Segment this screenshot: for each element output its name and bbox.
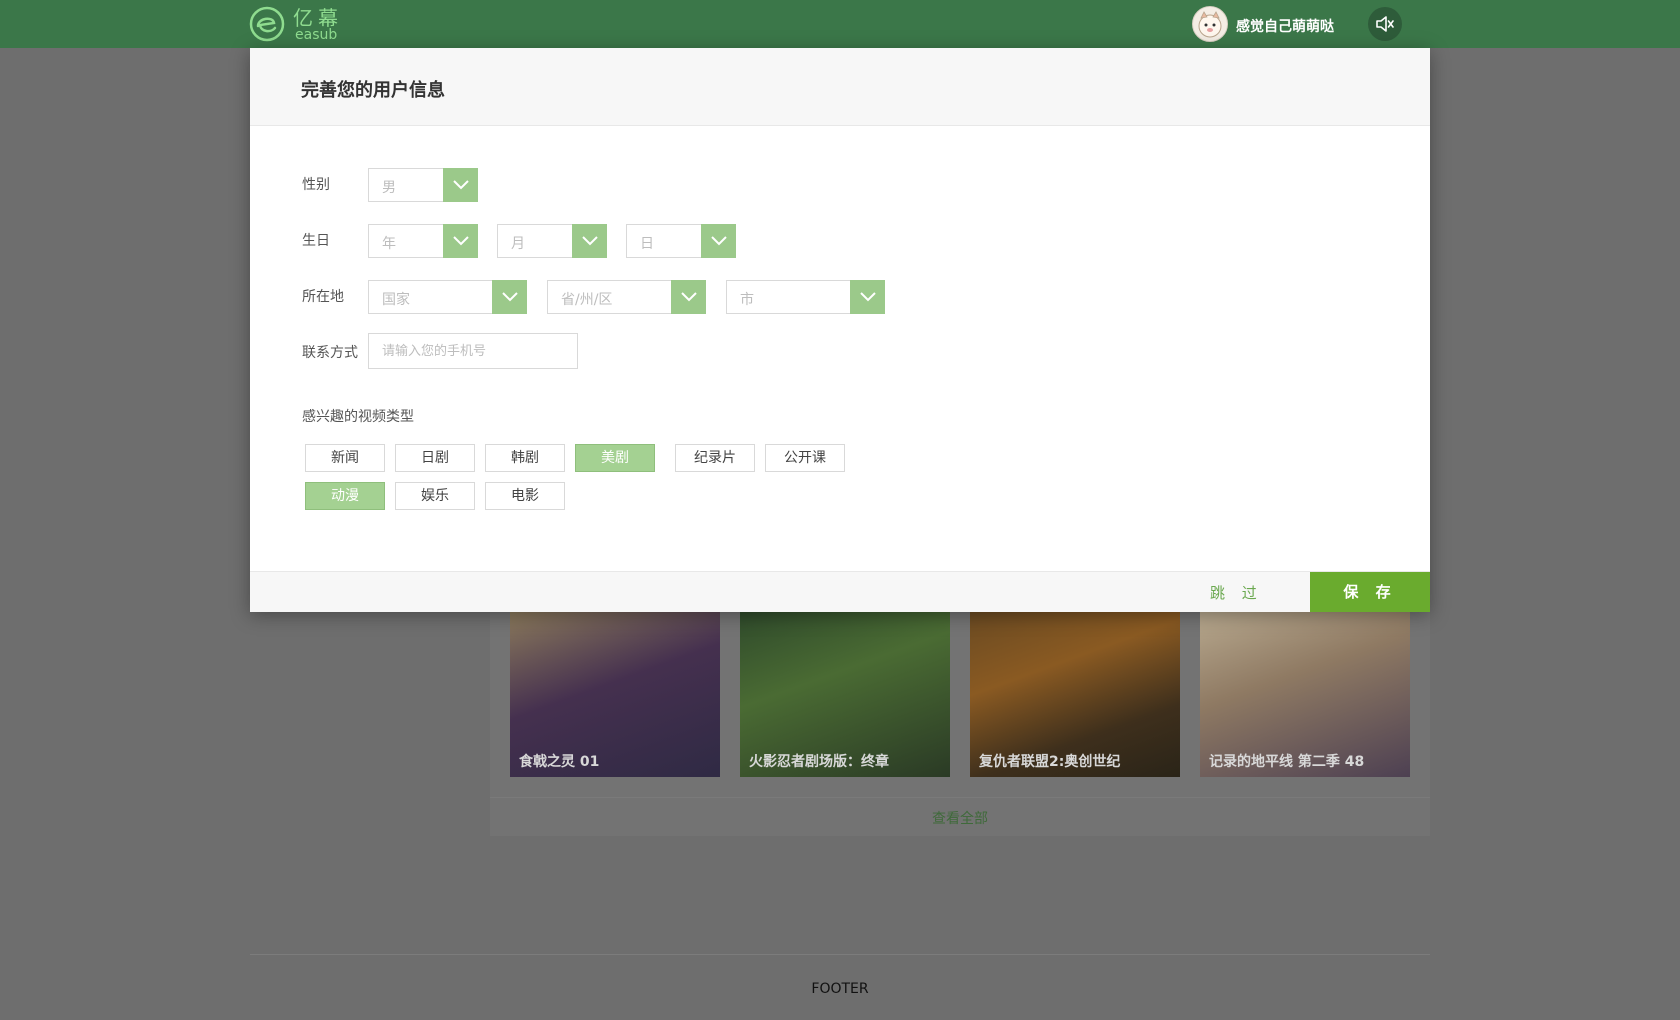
tag-jp-drama[interactable]: 日剧 bbox=[395, 444, 475, 472]
video-title: 复仇者联盟2:奥创世纪 bbox=[979, 754, 1121, 770]
gender-label: 性别 bbox=[302, 177, 330, 193]
location-label: 所在地 bbox=[302, 289, 344, 305]
dropdown-arrow[interactable] bbox=[701, 224, 736, 258]
modal-title: 完善您的用户信息 bbox=[301, 80, 445, 101]
view-all-link[interactable]: 查看全部 bbox=[490, 808, 1430, 828]
dropdown-arrow[interactable] bbox=[671, 280, 706, 314]
speaker-muted-icon bbox=[1376, 16, 1394, 32]
easub-logo-icon bbox=[249, 6, 285, 42]
city-select[interactable]: 市 bbox=[726, 280, 885, 314]
tag-open-course[interactable]: 公开课 bbox=[765, 444, 845, 472]
birth-day-value: 日 bbox=[640, 236, 654, 252]
tag-us-drama[interactable]: 美剧 bbox=[575, 444, 655, 472]
birth-day-select[interactable]: 日 bbox=[626, 224, 736, 258]
tag-movie[interactable]: 电影 bbox=[485, 482, 565, 510]
chevron-down-icon bbox=[681, 292, 697, 302]
contact-label: 联系方式 bbox=[302, 345, 358, 361]
logo[interactable]: 亿幕 easub bbox=[249, 4, 349, 44]
video-card[interactable]: 记录的地平线 第二季 48 bbox=[1200, 611, 1410, 777]
chevron-down-icon bbox=[502, 292, 518, 302]
tag-entertainment[interactable]: 娱乐 bbox=[395, 482, 475, 510]
save-button[interactable]: 保 存 bbox=[1310, 572, 1430, 612]
interests-label: 感兴趣的视频类型 bbox=[302, 409, 414, 425]
chevron-down-icon bbox=[582, 236, 598, 246]
birth-year-value: 年 bbox=[382, 236, 396, 252]
logo-chinese-text: 亿幕 bbox=[293, 6, 343, 30]
footer-divider bbox=[250, 954, 1430, 955]
birth-month-value: 月 bbox=[511, 236, 525, 252]
gender-value: 男 bbox=[382, 180, 396, 196]
avatar[interactable] bbox=[1192, 6, 1228, 42]
chevron-down-icon bbox=[711, 236, 727, 246]
chevron-down-icon bbox=[453, 236, 469, 246]
modal-footer: 跳 过 保 存 bbox=[250, 571, 1430, 612]
username[interactable]: 感觉自己萌萌哒 bbox=[1236, 16, 1334, 36]
user-info-modal: 完善您的用户信息 性别 男 生日 年 月 日 所在地 国家 省/州/区 市 联系… bbox=[250, 48, 1430, 612]
tag-news[interactable]: 新闻 bbox=[305, 444, 385, 472]
skip-button[interactable]: 跳 过 bbox=[1210, 582, 1263, 603]
country-select[interactable]: 国家 bbox=[368, 280, 527, 314]
province-value: 省/州/区 bbox=[561, 292, 613, 308]
dropdown-arrow[interactable] bbox=[443, 168, 478, 202]
dropdown-arrow[interactable] bbox=[572, 224, 607, 258]
city-value: 市 bbox=[740, 292, 754, 308]
video-title: 火影忍者剧场版：终章 bbox=[749, 754, 889, 770]
footer: FOOTER bbox=[811, 981, 869, 997]
avatar-cartoon-icon bbox=[1198, 11, 1222, 38]
birth-year-select[interactable]: 年 bbox=[368, 224, 478, 258]
tag-anime[interactable]: 动漫 bbox=[305, 482, 385, 510]
video-card[interactable]: 火影忍者剧场版：终章 bbox=[740, 611, 950, 777]
tag-documentary[interactable]: 纪录片 bbox=[675, 444, 755, 472]
birth-month-select[interactable]: 月 bbox=[497, 224, 607, 258]
mute-button[interactable] bbox=[1368, 7, 1402, 41]
birthday-label: 生日 bbox=[302, 233, 330, 249]
video-card[interactable]: 食戟之灵 01 bbox=[510, 611, 720, 777]
gender-select[interactable]: 男 bbox=[368, 168, 478, 202]
country-value: 国家 bbox=[382, 292, 410, 308]
top-navbar: 亿幕 easub 感觉自己萌萌哒 bbox=[0, 0, 1680, 48]
tag-kr-drama[interactable]: 韩剧 bbox=[485, 444, 565, 472]
modal-header: 完善您的用户信息 bbox=[250, 48, 1430, 126]
video-title: 记录的地平线 第二季 48 bbox=[1209, 754, 1365, 770]
chevron-down-icon bbox=[453, 180, 469, 190]
section-divider bbox=[490, 797, 1430, 798]
video-title: 食戟之灵 01 bbox=[519, 754, 600, 770]
province-select[interactable]: 省/州/区 bbox=[547, 280, 706, 314]
dropdown-arrow[interactable] bbox=[850, 280, 885, 314]
chevron-down-icon bbox=[860, 292, 876, 302]
dropdown-arrow[interactable] bbox=[492, 280, 527, 314]
logo-english-text: easub bbox=[295, 27, 338, 43]
video-card[interactable]: 复仇者联盟2:奥创世纪 bbox=[970, 611, 1180, 777]
dropdown-arrow[interactable] bbox=[443, 224, 478, 258]
phone-input[interactable] bbox=[368, 333, 578, 369]
